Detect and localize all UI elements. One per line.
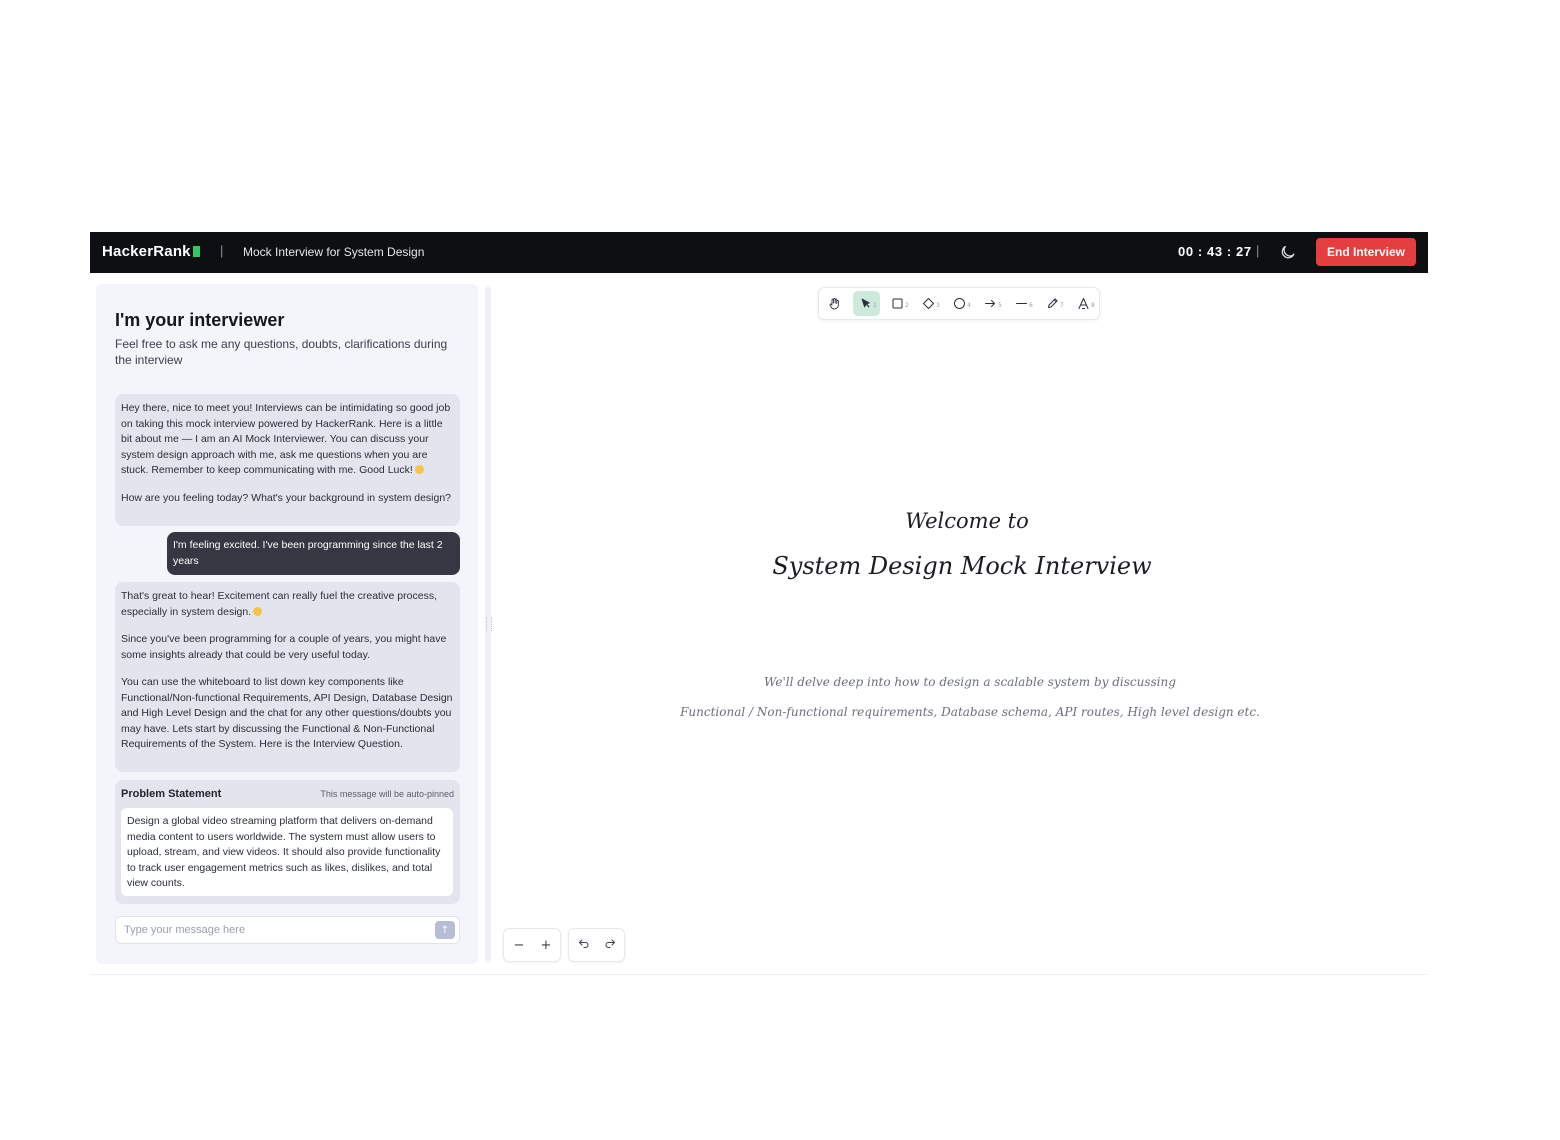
history-controls	[568, 928, 625, 962]
text-icon	[1078, 298, 1089, 309]
smile-emoji-icon	[414, 465, 424, 474]
app-window: HackerRank | Mock Interview for System D…	[90, 232, 1428, 975]
message-text: How are you feeling today? What's your b…	[121, 491, 452, 504]
tool-shortcut: 3	[936, 302, 940, 309]
problem-statement-body: Design a global video streaming platform…	[121, 808, 453, 896]
tool-ellipse[interactable]: 4	[947, 291, 974, 316]
tool-shortcut: 2	[905, 302, 909, 309]
canvas-welcome-text: Welcome to	[905, 509, 1029, 533]
canvas-description-line1: We'll delve deep into how to design a sc…	[764, 675, 1176, 689]
chat-subheading: Feel free to ask me any questions, doubt…	[115, 337, 448, 367]
tool-shortcut: 4	[967, 302, 971, 309]
auto-pinned-note: This message will be auto-pinned	[320, 789, 454, 799]
candidate-message: I'm feeling excited. I've been programmi…	[167, 532, 460, 575]
zoom-out-button[interactable]: −	[509, 935, 529, 955]
hand-icon	[829, 297, 839, 310]
arrow-up-icon: ↑	[440, 924, 450, 936]
tool-shortcut: 8	[1091, 302, 1095, 309]
undo-button[interactable]	[574, 935, 594, 955]
tool-draw[interactable]: 7	[1040, 291, 1067, 316]
tool-shortcut: 7	[1060, 302, 1064, 309]
redo-button[interactable]	[600, 935, 620, 955]
tool-shortcut: 6	[1029, 302, 1033, 309]
header-separator: |	[220, 243, 224, 258]
problem-statement-title: Problem Statement	[121, 788, 222, 800]
brand-mark	[192, 246, 200, 257]
problem-statement-card: Problem Statement This message will be a…	[115, 780, 460, 904]
arrow-icon	[985, 300, 995, 307]
moon-icon[interactable]	[1279, 243, 1297, 261]
chat-panel: I'm your interviewer Feel free to ask me…	[96, 284, 478, 964]
interviewer-message: That's great to hear! Excitement can rea…	[115, 582, 460, 772]
pointer-icon	[861, 298, 870, 308]
circle-icon	[954, 298, 965, 309]
tool-text[interactable]: 8	[1071, 291, 1098, 316]
interview-timer: 00 : 43 : 27	[1178, 244, 1252, 259]
brand-name: HackerRank	[102, 243, 191, 260]
resize-grip-icon[interactable]	[486, 617, 492, 631]
tool-arrow[interactable]: 5	[978, 291, 1005, 316]
send-button[interactable]: ↑	[435, 921, 455, 939]
undo-icon	[579, 939, 589, 948]
zoom-in-button[interactable]: +	[536, 935, 556, 955]
top-bar: HackerRank | Mock Interview for System D…	[90, 232, 1428, 273]
message-text: You can use the whiteboard to list down …	[121, 676, 453, 750]
message-composer: ↑	[115, 916, 460, 944]
pencil-icon	[1048, 298, 1058, 308]
tool-line[interactable]: 6	[1009, 291, 1036, 316]
page-title: Mock Interview for System Design	[243, 245, 425, 259]
whiteboard-toolbar: 1 2 3 4 5 6 7 8	[818, 287, 1100, 320]
message-text: I'm feeling excited. I've been programmi…	[173, 539, 443, 567]
tool-shortcut: 1	[873, 302, 877, 309]
line-icon	[1016, 303, 1027, 304]
zoom-controls: − +	[503, 928, 561, 962]
redo-icon	[605, 939, 615, 948]
smile-emoji-icon	[253, 606, 263, 616]
brand-logo[interactable]: HackerRank	[102, 243, 200, 260]
canvas-description-line2: Functional / Non-functional requirements…	[680, 705, 1260, 719]
tool-shortcut: 5	[998, 302, 1002, 309]
diamond-icon	[923, 298, 934, 309]
tool-hand[interactable]	[822, 291, 849, 316]
timer-separator: |	[1256, 243, 1260, 258]
message-text: That's great to hear! Excitement can rea…	[121, 590, 437, 618]
chat-heading: I'm your interviewer	[115, 310, 285, 330]
interviewer-message: Hey there, nice to meet you! Interviews …	[115, 394, 460, 526]
tool-rectangle[interactable]: 2	[885, 291, 912, 316]
tool-selection[interactable]: 1	[853, 291, 880, 316]
end-interview-button[interactable]: End Interview	[1316, 238, 1416, 266]
rectangle-icon	[892, 298, 903, 309]
tool-diamond[interactable]: 3	[916, 291, 943, 316]
message-text: Since you've been programming for a coup…	[121, 633, 447, 661]
message-input[interactable]	[124, 922, 424, 938]
message-text: Hey there, nice to meet you! Interviews …	[121, 402, 451, 476]
canvas-title: System Design Mock Interview	[772, 552, 1152, 580]
